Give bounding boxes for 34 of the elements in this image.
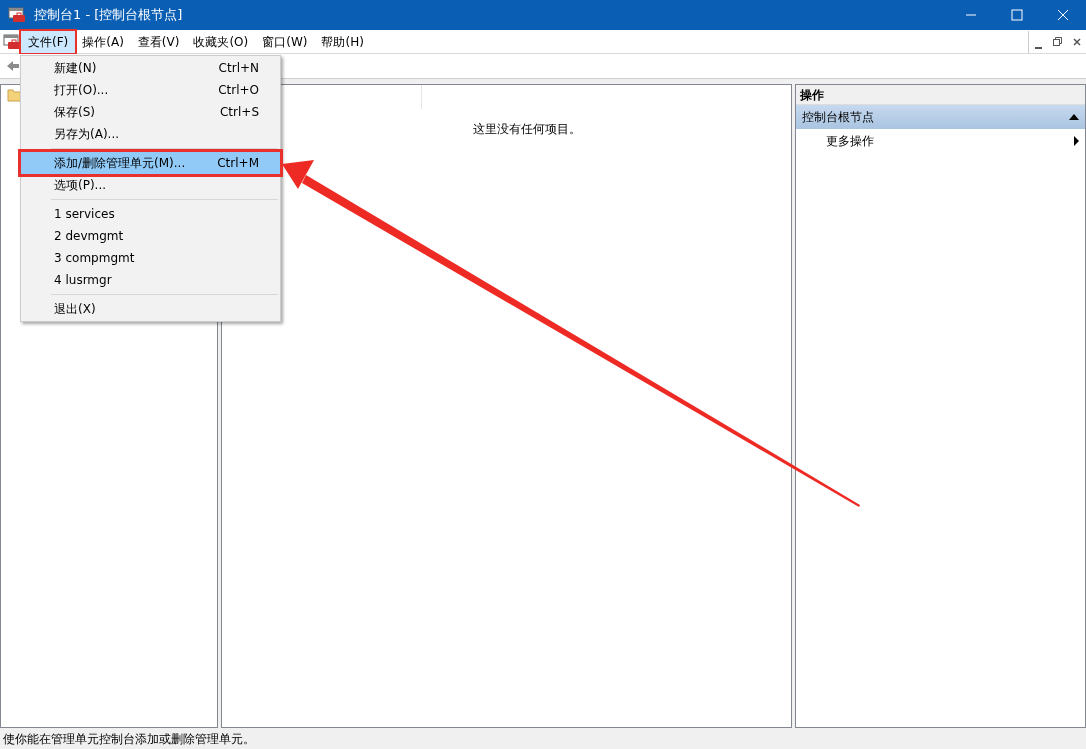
menu-item[interactable]: 保存(S) Ctrl+S	[21, 101, 280, 123]
collapse-icon	[1069, 114, 1079, 120]
actions-section-header[interactable]: 控制台根节点	[796, 105, 1085, 129]
actions-title: 操作	[800, 86, 824, 104]
back-button[interactable]	[5, 58, 21, 74]
menu-item[interactable]: 选项(P)...	[21, 174, 280, 196]
menu-bar-item[interactable]: 查看(V)	[130, 30, 187, 53]
close-icon	[1072, 37, 1081, 46]
menu-item[interactable]: 4 lusrmgr	[21, 269, 280, 291]
empty-message: 这里没有任何项目。	[472, 121, 581, 138]
menu-bar-item[interactable]: 收藏夹(O)	[186, 30, 256, 53]
action-item[interactable]: 更多操作	[796, 129, 1085, 153]
minimize-icon	[1035, 46, 1042, 49]
window-title: 控制台1 - [控制台根节点]	[34, 6, 183, 25]
menu-bar-item[interactable]: 文件(F)	[21, 30, 76, 53]
menu-item[interactable]: 1 services	[21, 203, 280, 225]
restore-icon	[1053, 37, 1062, 46]
menu-bar-item[interactable]: 窗口(W)	[255, 30, 315, 53]
close-icon	[1057, 9, 1069, 21]
menu-item[interactable]: 另存为(A)...	[21, 123, 280, 145]
menu-bar-item[interactable]: 帮助(H)	[314, 30, 371, 53]
folder-icon[interactable]	[7, 88, 23, 102]
maximize-icon	[1011, 9, 1023, 21]
submenu-arrow-icon	[1074, 136, 1079, 146]
menu-item[interactable]: 添加/删除管理单元(M)... Ctrl+M	[21, 152, 280, 174]
menu-item[interactable]: 新建(N) Ctrl+N	[21, 57, 280, 79]
menu-item[interactable]: 3 compmgmt	[21, 247, 280, 269]
menu-item[interactable]: 打开(O)... Ctrl+O	[21, 79, 280, 101]
menu-item[interactable]: 2 devmgmt	[21, 225, 280, 247]
menu-item[interactable]: 退出(X)	[21, 298, 280, 320]
app-icon	[8, 7, 26, 23]
status-text: 使你能在管理单元控制台添加或删除管理单元。	[3, 730, 255, 748]
menu-bar-item[interactable]: 操作(A)	[75, 30, 131, 53]
document-icon	[3, 33, 21, 50]
